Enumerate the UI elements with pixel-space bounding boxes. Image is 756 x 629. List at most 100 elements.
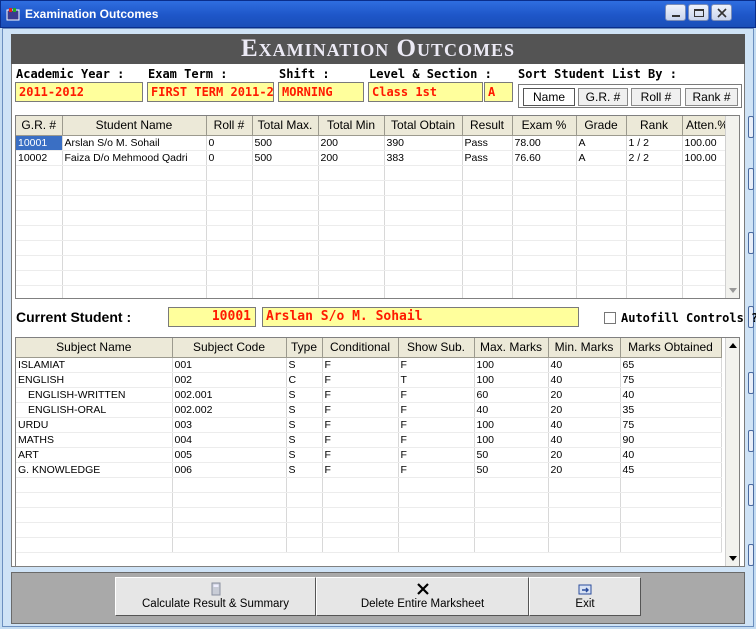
col-grade[interactable]: Grade: [576, 116, 627, 136]
cell[interactable]: F: [398, 432, 475, 448]
cell[interactable]: 75: [620, 417, 722, 433]
cell[interactable]: F: [398, 357, 475, 373]
cell[interactable]: 40: [620, 387, 722, 403]
cell[interactable]: 200: [318, 135, 385, 151]
cell[interactable]: ENGLISH-WRITTEN: [16, 387, 173, 403]
table-row[interactable]: MATHS 004 S F F 100 40 90: [16, 432, 722, 448]
shift-field[interactable]: MORNING: [278, 82, 364, 102]
cell[interactable]: F: [398, 462, 475, 478]
scroll-down-icon[interactable]: [729, 288, 737, 293]
cell[interactable]: 20: [548, 387, 621, 403]
cell[interactable]: 40: [548, 372, 621, 388]
cell[interactable]: 100: [474, 432, 549, 448]
cell[interactable]: 76.60: [512, 150, 577, 166]
cell[interactable]: ISLAMIAT: [16, 357, 173, 373]
level-field[interactable]: Class 1st: [368, 82, 483, 102]
restore-button[interactable]: [688, 4, 709, 21]
cell[interactable]: 006: [172, 462, 287, 478]
calculate-result-button[interactable]: Calculate Result & Summary: [115, 577, 316, 616]
table-row[interactable]: G. KNOWLEDGE 006 S F F 50 20 45: [16, 462, 722, 478]
table-row[interactable]: ISLAMIAT 001 S F F 100 40 65: [16, 357, 722, 373]
cell[interactable]: 383: [384, 150, 463, 166]
col-rank[interactable]: Rank: [626, 116, 683, 136]
cell[interactable]: F: [322, 387, 399, 403]
col-min-marks[interactable]: Min. Marks: [548, 338, 621, 358]
scroll-up-icon[interactable]: [729, 343, 737, 348]
cell[interactable]: 004: [172, 432, 287, 448]
table-row[interactable]: ENGLISH-WRITTEN 002.001 S F F 60 20 40: [16, 387, 722, 403]
cell[interactable]: 500: [252, 150, 319, 166]
cell[interactable]: F: [398, 447, 475, 463]
cell[interactable]: 003: [172, 417, 287, 433]
cell[interactable]: ART: [16, 447, 173, 463]
scroll-down-icon[interactable]: [729, 556, 737, 561]
cell[interactable]: ENGLISH: [16, 372, 173, 388]
cell[interactable]: 60: [474, 387, 549, 403]
cell[interactable]: 65: [620, 357, 722, 373]
cell[interactable]: 50: [474, 447, 549, 463]
cell[interactable]: 45: [620, 462, 722, 478]
cell[interactable]: 90: [620, 432, 722, 448]
sort-gr-button[interactable]: G.R. #: [578, 88, 628, 106]
cell[interactable]: 78.00: [512, 135, 577, 151]
sort-rank-button[interactable]: Rank #: [685, 88, 738, 106]
table-row[interactable]: URDU 003 S F F 100 40 75: [16, 417, 722, 433]
cell[interactable]: G. KNOWLEDGE: [16, 462, 173, 478]
cell[interactable]: 40: [548, 417, 621, 433]
minimize-button[interactable]: [665, 4, 686, 21]
cell[interactable]: S: [286, 432, 323, 448]
col-student-name[interactable]: Student Name: [62, 116, 207, 136]
cell[interactable]: URDU: [16, 417, 173, 433]
cell[interactable]: S: [286, 402, 323, 418]
cell[interactable]: F: [322, 402, 399, 418]
cell[interactable]: S: [286, 417, 323, 433]
cell[interactable]: Faiza D/o Mehmood Qadri: [62, 150, 207, 166]
cell[interactable]: S: [286, 357, 323, 373]
col-total-obtain[interactable]: Total Obtain: [384, 116, 463, 136]
cell[interactable]: ENGLISH-ORAL: [16, 402, 173, 418]
cell[interactable]: 002.001: [172, 387, 287, 403]
col-total-max[interactable]: Total Max.: [252, 116, 319, 136]
current-student-name-field[interactable]: Arslan S/o M. Sohail: [262, 307, 579, 327]
col-marks-obtained[interactable]: Marks Obtained: [620, 338, 722, 358]
cell[interactable]: 20: [548, 402, 621, 418]
cell[interactable]: Arslan S/o M. Sohail: [62, 135, 207, 151]
cell[interactable]: 1 / 2: [626, 135, 683, 151]
sort-roll-button[interactable]: Roll #: [631, 88, 681, 106]
cell[interactable]: F: [322, 357, 399, 373]
cell[interactable]: 50: [474, 462, 549, 478]
cell[interactable]: 100: [474, 357, 549, 373]
col-max-marks[interactable]: Max. Marks: [474, 338, 549, 358]
cell[interactable]: 002: [172, 372, 287, 388]
cell[interactable]: 0: [206, 150, 253, 166]
window-titlebar[interactable]: Examination Outcomes: [0, 0, 756, 28]
cell[interactable]: 0: [206, 135, 253, 151]
cell[interactable]: Pass: [462, 135, 513, 151]
cell[interactable]: Pass: [462, 150, 513, 166]
cell[interactable]: 500: [252, 135, 319, 151]
col-roll[interactable]: Roll #: [206, 116, 253, 136]
cell[interactable]: 2 / 2: [626, 150, 683, 166]
cell[interactable]: S: [286, 462, 323, 478]
col-result[interactable]: Result: [462, 116, 513, 136]
cell[interactable]: 001: [172, 357, 287, 373]
cell[interactable]: S: [286, 387, 323, 403]
cell[interactable]: F: [322, 462, 399, 478]
cell[interactable]: F: [322, 417, 399, 433]
section-field[interactable]: A: [484, 82, 513, 102]
table-row[interactable]: 10001 Arslan S/o M. Sohail 0 500 200 390…: [16, 135, 733, 151]
cell[interactable]: 005: [172, 447, 287, 463]
cell[interactable]: 200: [318, 150, 385, 166]
students-scrollbar[interactable]: [725, 116, 739, 298]
cell[interactable]: A: [576, 135, 627, 151]
academic-year-field[interactable]: 2011-2012: [15, 82, 143, 102]
cell[interactable]: 20: [548, 447, 621, 463]
col-show-sub[interactable]: Show Sub.: [398, 338, 475, 358]
cell[interactable]: 40: [474, 402, 549, 418]
cell[interactable]: 35: [620, 402, 722, 418]
subjects-scrollbar[interactable]: [725, 338, 739, 566]
cell[interactable]: F: [398, 402, 475, 418]
col-total-min[interactable]: Total Min: [318, 116, 385, 136]
table-row[interactable]: ENGLISH-ORAL 002.002 S F F 40 20 35: [16, 402, 722, 418]
exam-term-field[interactable]: FIRST TERM 2011-2: [147, 82, 274, 102]
